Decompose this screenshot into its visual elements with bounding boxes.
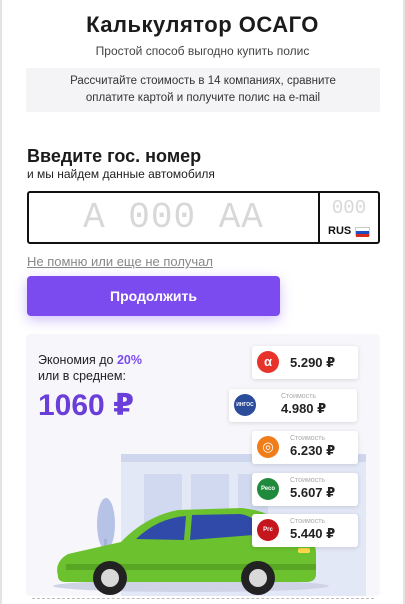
alfa-logo-icon: α [257,351,279,373]
offer-price: 6.230 ₽ [290,443,336,458]
plate-heading: Введите гос. номер [27,146,202,166]
savings-promo: Экономия до 20% или в среднем: 1060 ₽ α … [26,334,380,596]
offer-card: ИНГОС Стоимость 4.980 ₽ [229,389,357,422]
region-placeholder: 000 [331,197,367,219]
offer-price: 5.440 ₽ [290,526,336,541]
reso-logo-icon: Ресо [257,478,279,500]
offer-caption: Стоимость [290,477,326,484]
info-line-2: оплатите картой и получите полис на e-ma… [85,92,321,104]
offer-price: 5.290 ₽ [290,355,336,370]
offer-caption: Стоимость [290,518,326,525]
offer-price: 5.607 ₽ [290,485,336,500]
offer-card: α 5.290 ₽ [252,346,358,379]
offer-card: Ргс Стоимость 5.440 ₽ [252,514,358,547]
continue-button[interactable]: Продолжить [27,276,280,316]
page-title: Калькулятор ОСАГО [86,12,319,37]
offer-price: 4.980 ₽ [281,401,327,416]
plate-region-field[interactable]: 000 RUS [320,193,378,242]
plate-number-field[interactable]: А 000 АА [29,193,320,242]
page-subtitle: Простой способ выгодно купить полис [95,44,310,58]
no-plate-link[interactable]: Не помню или еще не получал [27,254,213,269]
info-line-1: Рассчитайте стоимость в 14 компаниях, ср… [70,75,336,87]
offer-card: ◎ Стоимость 6.230 ₽ [252,431,358,464]
rgs-logo-icon: Ргс [257,519,279,541]
offer-card: Ресо Стоимость 5.607 ₽ [252,473,358,506]
page-border-left [0,0,2,604]
info-box: Рассчитайте стоимость в 14 компаниях, ср… [26,68,380,112]
offer-caption: Стоимость [281,393,317,400]
divider [32,598,374,599]
offer-caption: Стоимость [290,435,326,442]
country-code: RUS [328,225,352,237]
license-plate-input[interactable]: А 000 АА 000 RUS [27,191,380,244]
plate-subheading: и мы найдем данные автомобиля [27,167,215,181]
russian-flag-icon [355,227,370,237]
ring-logo-icon: ◎ [257,436,279,458]
ingos-logo-icon: ИНГОС [234,394,256,416]
